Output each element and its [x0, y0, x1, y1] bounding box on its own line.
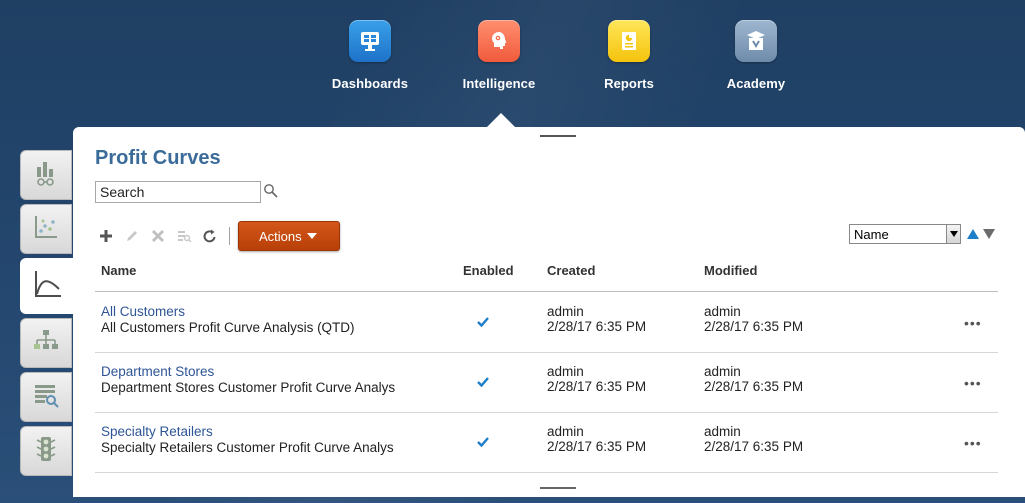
modified-by: admin: [704, 304, 741, 319]
side-tabs: [20, 150, 76, 480]
modified-at: 2/28/17 6:35 PM: [704, 379, 804, 394]
nav-intelligence[interactable]: Intelligence: [449, 20, 549, 105]
row-description: Department Stores Customer Profit Curve …: [101, 380, 396, 395]
enabled-check-icon: [477, 315, 489, 330]
row-modified-cell: admin 2/28/17 6:35 PM: [704, 304, 803, 334]
more-options-icon[interactable]: •••: [964, 375, 982, 391]
side-tab-scatter[interactable]: [20, 204, 72, 254]
created-by: admin: [547, 424, 584, 439]
enabled-check-icon: [477, 435, 489, 450]
top-navigation: Dashboards Intelligence Reports Academy: [0, 0, 1025, 125]
toolbar: Actions: [95, 221, 340, 251]
created-at: 2/28/17 6:35 PM: [547, 319, 647, 334]
nav-dashboards[interactable]: Dashboards: [320, 20, 420, 105]
sort-controls: Name: [849, 224, 995, 244]
sort-by-select[interactable]: Name: [849, 224, 961, 244]
row-modified-cell: admin 2/28/17 6:35 PM: [704, 364, 803, 394]
row-description: All Customers Profit Curve Analysis (QTD…: [101, 320, 355, 335]
edit-icon[interactable]: [121, 225, 143, 247]
modified-by: admin: [704, 364, 741, 379]
nav-reports[interactable]: Reports: [579, 20, 679, 105]
row-modified-cell: admin 2/28/17 6:35 PM: [704, 424, 803, 454]
row-name-cell: All Customers All Customers Profit Curve…: [101, 304, 441, 335]
row-name-link[interactable]: All Customers: [101, 304, 441, 319]
side-tab-profit-curves[interactable]: [20, 258, 76, 314]
active-nav-pointer: [487, 113, 515, 127]
reports-icon: [608, 20, 650, 62]
row-created-cell: admin 2/28/17 6:35 PM: [547, 424, 646, 454]
academy-icon: [735, 20, 777, 62]
bar-chart-glasses-icon: [31, 158, 61, 193]
column-header-enabled[interactable]: Enabled: [463, 263, 514, 278]
side-tab-bar-chart[interactable]: [20, 150, 72, 200]
nav-academy[interactable]: Academy: [706, 20, 806, 105]
nav-reports-label: Reports: [604, 76, 654, 91]
more-options-icon[interactable]: •••: [964, 435, 982, 451]
created-at: 2/28/17 6:35 PM: [547, 379, 647, 394]
row-name-cell: Department Stores Department Stores Cust…: [101, 364, 441, 395]
add-icon[interactable]: [95, 225, 117, 247]
nav-academy-label: Academy: [726, 76, 786, 91]
search-input[interactable]: [95, 181, 261, 203]
created-by: admin: [547, 364, 584, 379]
refresh-icon[interactable]: [199, 225, 221, 247]
row-created-cell: admin 2/28/17 6:35 PM: [547, 304, 646, 334]
scatter-plot-icon: [31, 212, 61, 247]
created-by: admin: [547, 304, 584, 319]
resize-grip-bottom[interactable]: [540, 487, 576, 489]
row-name-cell: Specialty Retailers Specialty Retailers …: [101, 424, 441, 455]
column-header-created[interactable]: Created: [547, 263, 595, 278]
modified-at: 2/28/17 6:35 PM: [704, 319, 804, 334]
hierarchy-icon: [31, 326, 61, 361]
sort-descending-icon[interactable]: [983, 229, 995, 239]
side-tab-hierarchy[interactable]: [20, 318, 72, 368]
row-name-link[interactable]: Specialty Retailers: [101, 424, 441, 439]
column-header-modified[interactable]: Modified: [704, 263, 757, 278]
actions-button[interactable]: Actions: [238, 221, 340, 251]
delete-icon[interactable]: [147, 225, 169, 247]
modified-by: admin: [704, 424, 741, 439]
dashboards-icon: [349, 20, 391, 62]
actions-button-label: Actions: [259, 228, 302, 244]
intelligence-icon: [478, 20, 520, 62]
resize-grip[interactable]: [540, 135, 576, 137]
side-tab-list-search[interactable]: [20, 372, 72, 422]
page-title: Profit Curves: [95, 147, 221, 169]
row-name-link[interactable]: Department Stores: [101, 364, 441, 379]
compare-icon[interactable]: [173, 225, 195, 247]
table-header: Name Enabled Created Modified: [95, 260, 998, 292]
search-icon[interactable]: [263, 183, 279, 199]
traffic-light-icon: [31, 434, 61, 469]
side-tab-scorecard[interactable]: [20, 426, 72, 476]
row-created-cell: admin 2/28/17 6:35 PM: [547, 364, 646, 394]
table-row[interactable]: All Customers All Customers Profit Curve…: [95, 293, 998, 353]
table-row[interactable]: Department Stores Department Stores Cust…: [95, 353, 998, 413]
toolbar-divider: [229, 227, 230, 245]
row-description: Specialty Retailers Customer Profit Curv…: [101, 440, 394, 455]
sort-ascending-icon[interactable]: [967, 229, 979, 239]
nav-intelligence-label: Intelligence: [462, 76, 536, 91]
created-at: 2/28/17 6:35 PM: [547, 439, 647, 454]
caret-down-icon: [306, 233, 317, 239]
more-options-icon[interactable]: •••: [964, 315, 982, 331]
nav-dashboards-label: Dashboards: [331, 76, 409, 91]
enabled-check-icon: [477, 375, 489, 390]
dropdown-arrow-icon[interactable]: [946, 225, 960, 243]
list-search-icon: [31, 380, 61, 415]
main-panel: Profit Curves Actions Name: [73, 127, 1025, 497]
column-header-name[interactable]: Name: [101, 263, 136, 278]
table-row[interactable]: Specialty Retailers Specialty Retailers …: [95, 413, 998, 473]
sort-by-value: Name: [854, 226, 889, 242]
profit-curve-icon: [31, 267, 65, 306]
modified-at: 2/28/17 6:35 PM: [704, 439, 804, 454]
